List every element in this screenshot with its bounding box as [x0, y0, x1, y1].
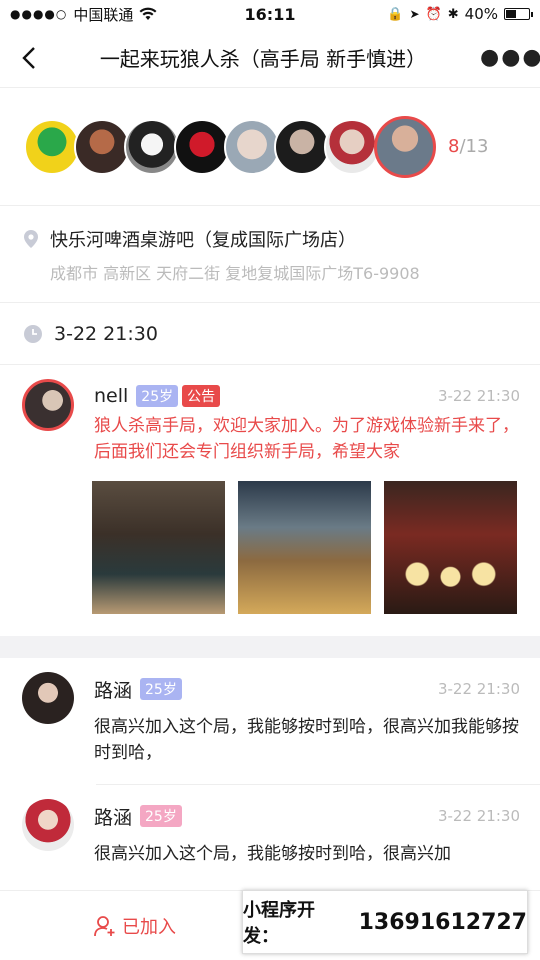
user-add-icon: [94, 915, 115, 936]
status-bar: ●●●●○ 中国联通 16:11 🔒 ➤ ⏰ ✱ 40%: [0, 0, 540, 28]
member-avatars: 8/13: [0, 88, 540, 206]
location-text: 快乐河啤酒桌游吧（复成国际广场店） 成都市 高新区 天府二街 复地复城国际广场T…: [50, 226, 420, 284]
member-avatar[interactable]: [74, 118, 130, 175]
event-time-row: 3-22 21:30: [0, 303, 540, 365]
promo-phone: 13691612727: [358, 909, 527, 935]
location-pin-icon: [24, 230, 38, 248]
post-photo[interactable]: [238, 481, 371, 614]
post-header: 路涵 25岁 3-22 21:30: [94, 799, 520, 833]
post-author: 路涵: [94, 806, 133, 829]
member-count-total: /13: [459, 136, 489, 157]
battery-percent: 40%: [464, 5, 498, 23]
promo-label: 小程序开发：: [243, 900, 315, 947]
avatar[interactable]: [22, 799, 74, 851]
page-title: 一起来玩狼人杀（高手局 新手慎进）: [99, 47, 427, 71]
joined-button[interactable]: 已加入: [94, 913, 176, 939]
promo-banner: 小程序开发： 13691612727: [242, 890, 528, 954]
post-body: 路涵 25岁 3-22 21:30 很高兴加入这个局，我能够按时到哈，很高兴加: [94, 799, 520, 867]
event-time: 3-22 21:30: [54, 322, 158, 345]
location-address: 成都市 高新区 天府二街 复地复城国际广场T6-9908: [50, 264, 420, 283]
joined-label: 已加入: [122, 916, 176, 938]
post-item: 路涵 25岁 3-22 21:30 很高兴加入这个局，我能够按时到哈，很高兴加: [0, 785, 540, 867]
post-header: 路涵 25岁 3-22 21:30: [94, 672, 520, 706]
post-time: 3-22 21:30: [437, 807, 520, 825]
location-name: 快乐河啤酒桌游吧（复成国际广场店）: [50, 230, 356, 251]
avatar[interactable]: [22, 379, 74, 431]
post-time: 3-22 21:30: [437, 680, 520, 698]
member-avatar-host[interactable]: [374, 115, 436, 178]
rotation-lock-icon: 🔒: [387, 6, 404, 22]
age-badge: 25岁: [140, 678, 182, 700]
post-text: 狼人杀高手局，欢迎大家加入。为了游戏体验新手来了，后面我们还会专门组织新手局，希…: [94, 416, 519, 462]
bluetooth-icon: ✱: [447, 6, 459, 22]
carrier-label: 中国联通: [73, 5, 134, 24]
back-chevron-icon[interactable]: [16, 43, 46, 73]
status-left: ●●●●○ 中国联通: [10, 4, 157, 25]
age-badge: 25岁: [140, 805, 182, 827]
alarm-icon: ⏰: [425, 6, 442, 22]
member-avatar[interactable]: [224, 118, 280, 175]
age-badge: 25岁: [136, 385, 179, 407]
member-count: 8/13: [448, 136, 488, 157]
wifi-icon: [139, 7, 157, 20]
battery-fill: [506, 10, 516, 18]
location-row[interactable]: 快乐河啤酒桌游吧（复成国际广场店） 成都市 高新区 天府二街 复地复城国际广场T…: [0, 206, 540, 303]
member-avatar[interactable]: [324, 118, 380, 175]
post-text: 很高兴加入这个局，我能够按时到哈，很高兴加我能够按时到哈，: [94, 717, 519, 763]
post-body: nell 25岁 公告 3-22 21:30 狼人杀高手局，欢迎大家加入。为了游…: [92, 379, 520, 614]
signal-icon: ●●●●○: [10, 7, 68, 21]
post-item: nell 25岁 公告 3-22 21:30 狼人杀高手局，欢迎大家加入。为了游…: [0, 365, 540, 614]
post-body: 路涵 25岁 3-22 21:30 很高兴加入这个局，我能够按时到哈，很高兴加我…: [94, 672, 520, 766]
battery-icon: [504, 8, 533, 20]
post-photo[interactable]: [384, 481, 517, 614]
post-text: 很高兴加入这个局，我能够按时到哈，很高兴加: [94, 844, 451, 864]
notice-badge: 公告: [182, 385, 221, 407]
member-avatar[interactable]: [274, 118, 330, 175]
section-gap: [0, 636, 540, 658]
post-author: nell: [94, 385, 129, 407]
member-avatar[interactable]: [24, 118, 80, 175]
post-header: nell 25岁 公告 3-22 21:30: [94, 379, 520, 413]
bottom-bar: 已加入 小程序开发： 13691612727: [0, 890, 540, 960]
member-count-current: 8: [448, 136, 460, 157]
post-photos: [92, 481, 520, 614]
clock-time: 16:11: [244, 4, 296, 24]
location-arrow-icon: ➤: [409, 7, 420, 21]
post-item: 路涵 25岁 3-22 21:30 很高兴加入这个局，我能够按时到哈，很高兴加我…: [0, 658, 540, 766]
post-time: 3-22 21:30: [437, 387, 520, 405]
nav-bar: 一起来玩狼人杀（高手局 新手慎进） ●●●: [0, 28, 540, 88]
more-dots-icon[interactable]: ●●●: [480, 45, 540, 70]
post-photo[interactable]: [92, 481, 225, 614]
status-right: 🔒 ➤ ⏰ ✱ 40%: [387, 5, 533, 23]
member-avatar[interactable]: [124, 118, 180, 175]
avatar[interactable]: [22, 672, 74, 724]
clock-icon: [24, 324, 42, 343]
member-avatar[interactable]: [174, 118, 230, 175]
post-author: 路涵: [94, 679, 133, 702]
